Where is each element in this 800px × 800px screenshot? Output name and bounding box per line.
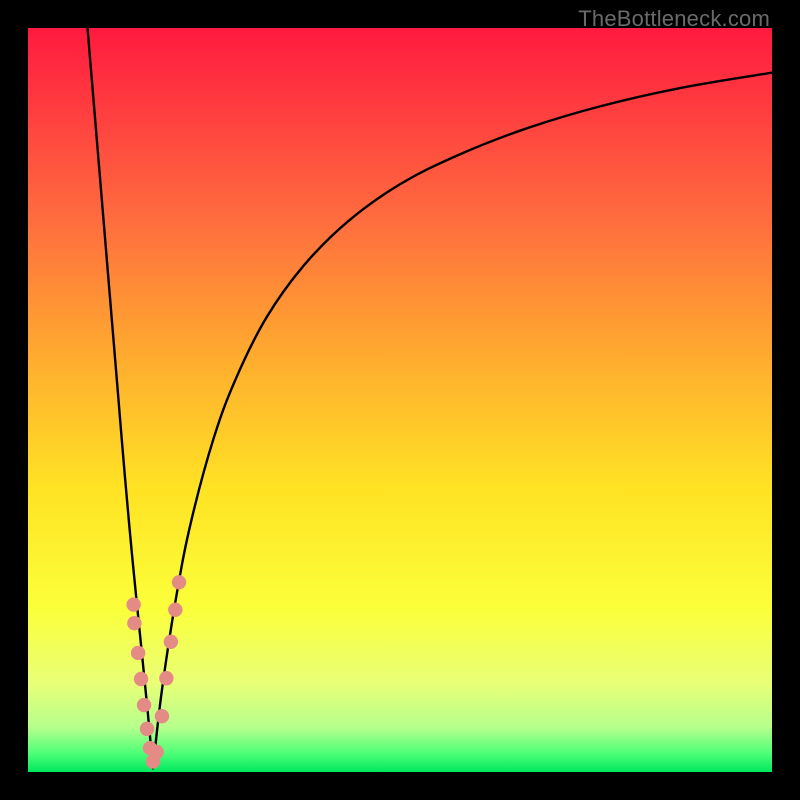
data-marker: [137, 698, 151, 712]
data-marker: [134, 672, 148, 686]
curve-right-branch: [153, 73, 772, 769]
data-marker: [168, 603, 182, 617]
plot-area: [28, 28, 772, 772]
data-marker: [164, 635, 178, 649]
data-marker: [150, 745, 164, 759]
watermark-text: TheBottleneck.com: [578, 6, 770, 32]
data-marker: [159, 671, 173, 685]
data-marker: [126, 597, 140, 611]
chart-frame: TheBottleneck.com: [0, 0, 800, 800]
curve-layer: [28, 28, 772, 772]
data-marker: [140, 722, 154, 736]
data-marker: [172, 575, 186, 589]
data-marker: [131, 646, 145, 660]
data-marker: [155, 709, 169, 723]
data-marker: [127, 616, 141, 630]
